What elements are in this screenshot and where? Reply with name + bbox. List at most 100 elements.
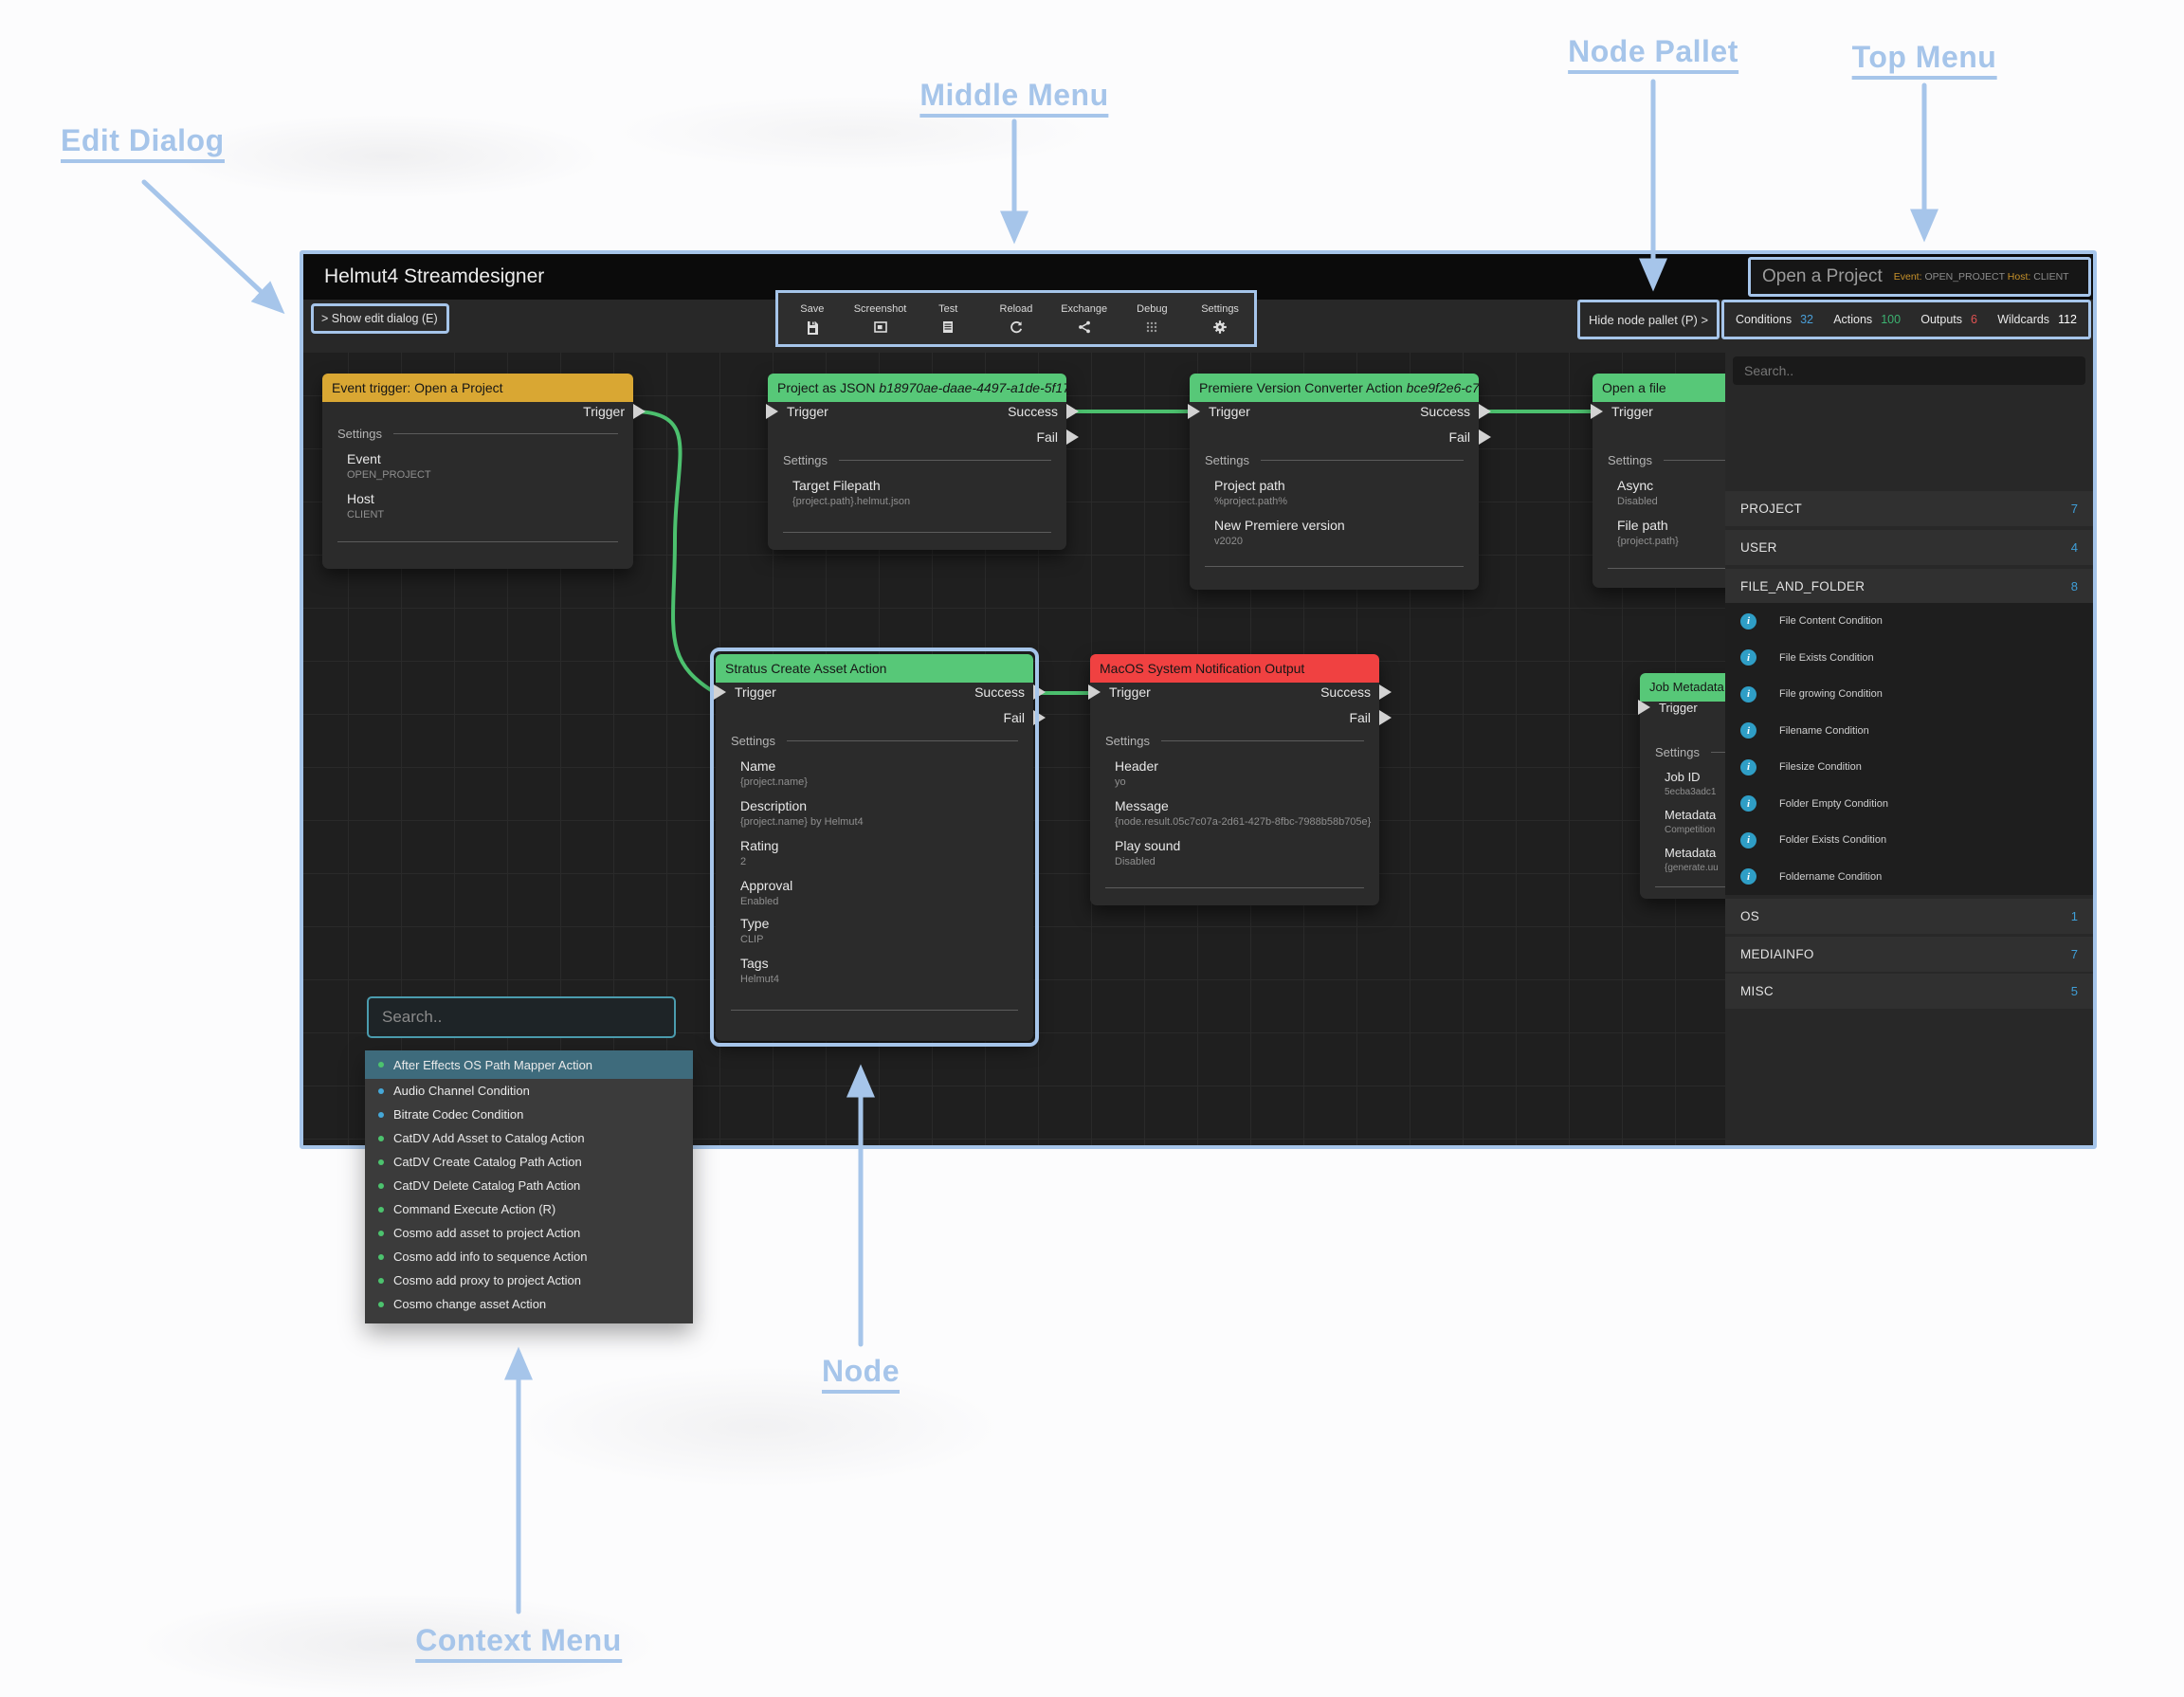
pallet-group-os[interactable]: OS1	[1725, 899, 2093, 934]
context-menu-item[interactable]: Cosmo add proxy to project Action	[365, 1268, 693, 1292]
exchange-button[interactable]: Exchange	[1051, 303, 1118, 335]
debug-button[interactable]: Debug	[1119, 303, 1185, 335]
port-fail-out[interactable]: Fail	[1448, 426, 1479, 448]
pallet-item[interactable]: i Folder Exists Condition	[1725, 822, 2093, 859]
node-divider	[731, 1010, 1018, 1011]
context-menu-item[interactable]: Bitrate Codec Condition	[365, 1103, 693, 1126]
settings-title: Settings	[1105, 734, 1364, 748]
info-icon[interactable]: i	[1740, 795, 1756, 812]
node-setting: Rating2	[740, 838, 1020, 867]
info-icon[interactable]: i	[1740, 868, 1756, 885]
context-menu-item[interactable]: CatDV Delete Catalog Path Action	[365, 1174, 693, 1197]
port-trigger-in[interactable]: Trigger	[768, 400, 828, 423]
node-title: MacOS System Notification Output	[1100, 661, 1304, 676]
wildcards-count: Wildcards 112	[1997, 313, 2077, 326]
pallet-item[interactable]: i Filesize Condition	[1725, 749, 2093, 786]
settings-button[interactable]: Settings	[1187, 303, 1253, 335]
context-menu-item[interactable]: Audio Channel Condition	[365, 1079, 693, 1103]
settings-title: Settings	[731, 734, 1018, 748]
port-success-out[interactable]: Success	[1008, 400, 1066, 423]
pallet-item[interactable]: i Folder Empty Condition	[1725, 786, 2093, 823]
pallet-item[interactable]: i File Content Condition	[1725, 603, 2093, 640]
node-header[interactable]: Stratus Create Asset Action	[716, 654, 1033, 683]
info-icon[interactable]: i	[1740, 686, 1756, 703]
reload-button[interactable]: Reload	[983, 303, 1049, 335]
port-arrow-icon	[1033, 710, 1046, 725]
node-project-as-json[interactable]: Project as JSON b18970ae-daae-4497-a1de-…	[768, 374, 1066, 550]
node-header[interactable]: MacOS System Notification Output	[1090, 654, 1379, 683]
node-pallet: PROJECT7 USER4 FILE_AND_FOLDER8 i File C…	[1725, 353, 2093, 1145]
node-setting: ApprovalEnabled	[740, 878, 1020, 907]
context-menu-item[interactable]: After Effects OS Path Mapper Action	[365, 1050, 693, 1079]
port-trigger-in[interactable]: Trigger	[1640, 696, 1698, 719]
port-success-out[interactable]: Success	[1320, 681, 1379, 703]
context-menu-item[interactable]: Cosmo change asset Action	[365, 1292, 693, 1316]
settings-title: Settings	[1205, 453, 1464, 467]
port-fail-out[interactable]: Fail	[1003, 706, 1033, 729]
context-menu-item[interactable]: CatDV Create Catalog Path Action	[365, 1150, 693, 1174]
context-menu-item[interactable]: CatDV Add Asset to Catalog Action	[365, 1126, 693, 1150]
screenshot-button[interactable]: Screenshot	[847, 303, 914, 335]
port-fail-out[interactable]: Fail	[1036, 426, 1066, 448]
node-title: Job Metadata	[1649, 680, 1724, 694]
background-smudge	[171, 114, 607, 199]
node-divider	[783, 532, 1051, 533]
info-icon[interactable]: i	[1740, 722, 1756, 739]
port-trigger-in[interactable]: Trigger	[1592, 400, 1653, 423]
node-event-trigger[interactable]: Event trigger: Open a Project Trigger Se…	[322, 374, 633, 569]
context-menu-search-input[interactable]	[367, 996, 676, 1038]
test-button[interactable]: Test	[915, 303, 981, 335]
pallet-group-mediainfo[interactable]: MEDIAINFO7	[1725, 937, 2093, 972]
action-dot-icon	[378, 1231, 384, 1236]
action-dot-icon	[378, 1062, 384, 1067]
annotation-top-menu: Top Menu	[1852, 40, 1997, 80]
host-value: CLIENT	[2033, 271, 2068, 283]
node-setting: TagsHelmut4	[740, 956, 1020, 985]
action-dot-icon	[378, 1278, 384, 1284]
node-header[interactable]: Premiere Version Converter Action bce9f2…	[1190, 374, 1479, 402]
pallet-search-input[interactable]	[1733, 356, 2085, 385]
node-macos-notification[interactable]: MacOS System Notification Output Trigger…	[1090, 654, 1379, 905]
info-icon[interactable]: i	[1740, 649, 1756, 666]
node-premiere-version-converter[interactable]: Premiere Version Converter Action bce9f2…	[1190, 374, 1479, 590]
port-arrow-icon	[1188, 404, 1200, 419]
node-header[interactable]: Event trigger: Open a Project	[322, 374, 633, 402]
action-dot-icon	[378, 1302, 384, 1307]
port-arrow-icon	[1033, 684, 1046, 700]
port-trigger-in[interactable]: Trigger	[716, 681, 776, 703]
port-trigger-in[interactable]: Trigger	[1090, 681, 1151, 703]
info-icon[interactable]: i	[1740, 759, 1756, 776]
node-uuid: b18970ae-daae-4497-a1de-5f17a8339…	[879, 380, 1066, 395]
node-stratus-create-asset[interactable]: Stratus Create Asset Action Trigger Succ…	[716, 654, 1033, 1041]
pallet-group-file-and-folder[interactable]: FILE_AND_FOLDER8	[1725, 569, 2093, 604]
pallet-group-items: i File Content Condition i File Exists C…	[1725, 603, 2093, 895]
pallet-group-user[interactable]: USER4	[1725, 530, 2093, 565]
port-arrow-icon	[1088, 684, 1101, 700]
info-icon[interactable]: i	[1740, 832, 1756, 848]
port-fail-out[interactable]: Fail	[1349, 706, 1379, 729]
context-menu-item[interactable]: Cosmo add asset to project Action	[365, 1221, 693, 1245]
background-smudge	[512, 1365, 1005, 1488]
port-trigger-in[interactable]: Trigger	[1190, 400, 1250, 423]
port-trigger-out[interactable]: Trigger	[583, 400, 633, 423]
pallet-item[interactable]: i File Exists Condition	[1725, 640, 2093, 677]
pallet-item[interactable]: i Filename Condition	[1725, 713, 2093, 750]
context-menu-item[interactable]: Command Execute Action (R)	[365, 1197, 693, 1221]
node-header[interactable]: Project as JSON b18970ae-daae-4497-a1de-…	[768, 374, 1066, 402]
port-arrow-icon	[1066, 404, 1079, 419]
info-icon[interactable]: i	[1740, 613, 1756, 630]
pallet-item[interactable]: i Foldername Condition	[1725, 859, 2093, 896]
pallet-item[interactable]: i File growing Condition	[1725, 676, 2093, 713]
show-edit-dialog-button[interactable]: > Show edit dialog (E)	[311, 303, 449, 334]
pallet-group-misc[interactable]: MISC5	[1725, 974, 2093, 1009]
hide-node-pallet-button[interactable]: Hide node pallet (P) >	[1577, 300, 1720, 339]
context-menu-item[interactable]: Cosmo add info to sequence Action	[365, 1245, 693, 1268]
port-success-out[interactable]: Success	[1420, 400, 1479, 423]
save-button[interactable]: Save	[779, 303, 846, 335]
port-success-out[interactable]: Success	[974, 681, 1033, 703]
top-menu-stream-box[interactable]: Open a Project Event: OPEN_PROJECT Host:…	[1748, 257, 2091, 297]
stream-meta: Event: OPEN_PROJECT Host: CLIENT	[1894, 271, 2069, 283]
pallet-group-project[interactable]: PROJECT7	[1725, 491, 2093, 526]
node-setting: Target Filepath{project.path}.helmut.jso…	[792, 478, 1053, 507]
action-dot-icon	[378, 1159, 384, 1165]
